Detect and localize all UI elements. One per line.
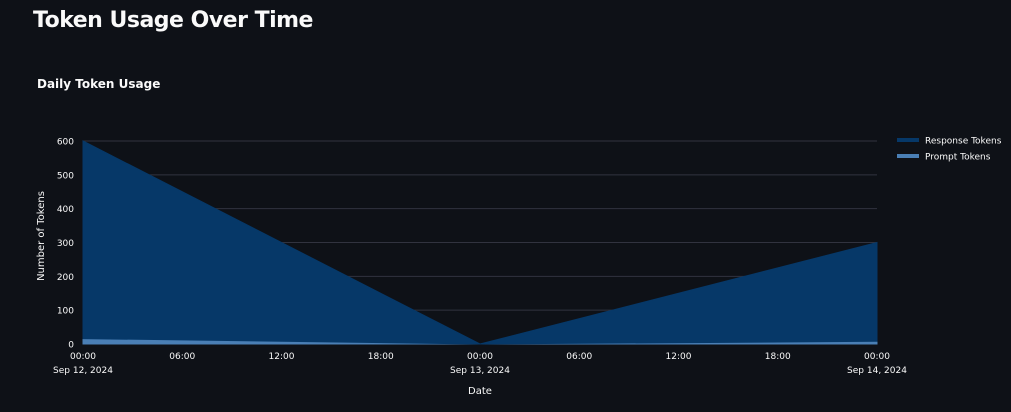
legend[interactable]: Response Tokens Prompt Tokens	[897, 137, 1002, 163]
x-axis-ticks: 00:00 Sep 12, 2024 06:00 12:00 18:00 00:00 Sep…	[53, 352, 907, 376]
legend-swatch	[897, 154, 919, 158]
y-tick-label: 0	[68, 341, 74, 351]
y-tick-label: 500	[57, 171, 74, 181]
x-axis-label: Date	[468, 386, 492, 397]
x-tick-label: 06:00	[566, 352, 592, 362]
legend-swatch	[897, 138, 919, 142]
x-tick-label: 06:00	[169, 352, 195, 362]
chart-title: Daily Token Usage	[37, 77, 160, 91]
x-tick-label: 18:00	[765, 352, 791, 362]
x-tick-label: 00:00	[70, 352, 96, 362]
x-tick-date-label: Sep 12, 2024	[53, 366, 113, 376]
x-tick-label: 00:00	[467, 352, 493, 362]
x-tick-date-label: Sep 14, 2024	[847, 366, 907, 376]
legend-label: Response Tokens	[925, 137, 1002, 147]
y-axis-label: Number of Tokens	[36, 191, 47, 281]
y-tick-label: 300	[57, 239, 74, 249]
legend-label: Prompt Tokens	[925, 153, 991, 163]
area-chart[interactable]: Daily Token Usage 0 100 200 300 400 500 600 00…	[0, 0, 1011, 412]
x-tick-date-label: Sep 13, 2024	[450, 366, 510, 376]
page: Token Usage Over Time Daily Token Usage …	[0, 0, 1011, 412]
legend-item-prompt-tokens[interactable]: Prompt Tokens	[897, 153, 991, 163]
y-tick-label: 600	[57, 138, 74, 148]
chart-container[interactable]: Daily Token Usage 0 100 200 300 400 500 600 00…	[0, 0, 1011, 412]
x-tick-label: 00:00	[864, 352, 890, 362]
y-tick-label: 400	[57, 205, 74, 215]
x-tick-label: 12:00	[666, 352, 692, 362]
y-tick-label: 200	[57, 273, 74, 283]
y-axis-ticks: 0 100 200 300 400 500 600	[57, 138, 74, 351]
y-tick-label: 100	[57, 307, 74, 317]
legend-item-response-tokens[interactable]: Response Tokens	[897, 137, 1002, 147]
x-tick-label: 12:00	[269, 352, 295, 362]
x-tick-label: 18:00	[368, 352, 394, 362]
